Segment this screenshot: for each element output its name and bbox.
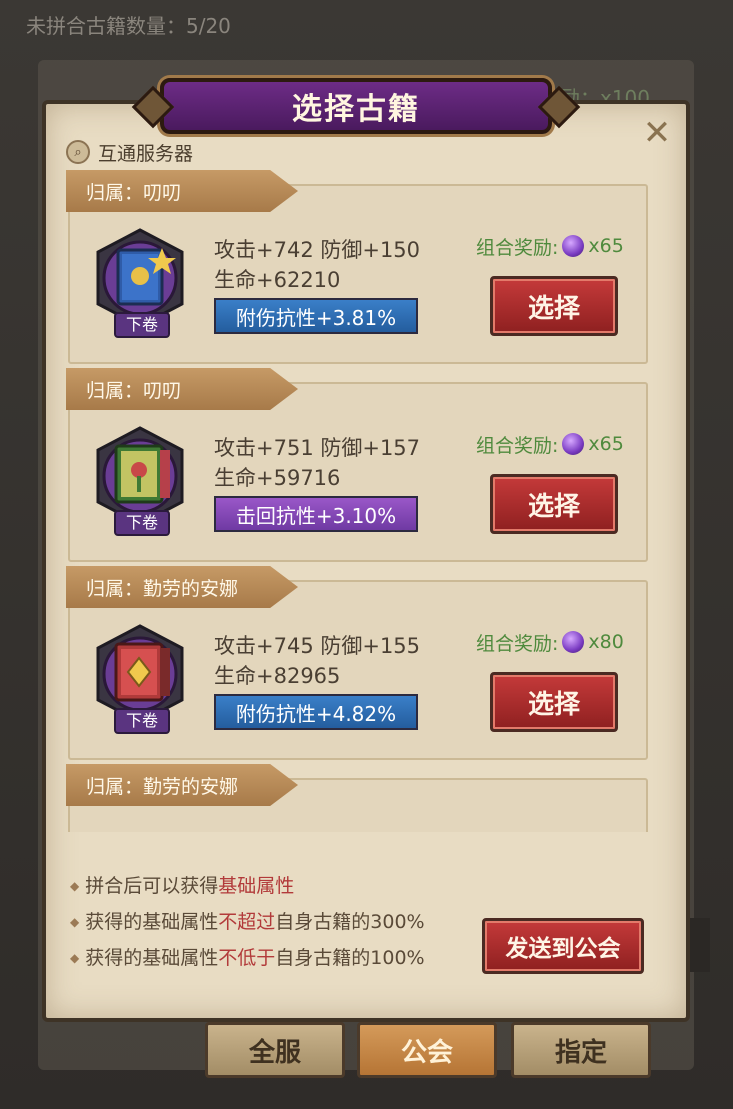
close-button[interactable]: ✕: [640, 116, 674, 150]
select-button[interactable]: 选择: [490, 672, 618, 732]
combo-reward: 组合奖励: x80: [476, 628, 624, 656]
combo-reward: 组合奖励: x65: [476, 430, 624, 458]
owner-tag: 归属：叨叨: [66, 368, 298, 410]
owner-tag: 归属：叨叨: [66, 170, 298, 212]
select-button[interactable]: 选择: [490, 276, 618, 336]
rules-notes: ◆ 拼合后可以获得 基础属性 ◆ 获得的基础属性 不超过 自身古籍的300% ◆ 获得…: [70, 868, 425, 976]
share-tabs: 全服 公会 指定: [205, 1022, 655, 1080]
tab-all-server[interactable]: 全服: [205, 1022, 345, 1078]
book-list[interactable]: 归属：叨叨 下卷 攻击+742 防御+150 生命+62210 附伤抗性+3.8…: [66, 170, 660, 832]
stats-attack-defense: 攻击+745 防御+155: [214, 634, 421, 658]
note-highlight: 不超过: [218, 911, 276, 933]
combo-reward-amount: x80: [588, 631, 624, 653]
list-item: 归属：叨叨 下卷 攻击+742 防御+150 生命+62210 附伤抗性+3.8…: [66, 170, 650, 364]
tab-guild[interactable]: 公会: [357, 1022, 497, 1078]
stats-hp: 生命+82965: [214, 664, 341, 688]
send-to-guild-button[interactable]: 发送到公会: [482, 918, 644, 974]
purple-gem-icon: [562, 433, 585, 455]
combo-reward-amount: x65: [588, 235, 624, 257]
select-button[interactable]: 选择: [490, 474, 618, 534]
list-item: 归属：勤劳的安娜 下卷 攻击+745 防御+155 生命+82965 附伤抗性+…: [66, 566, 650, 760]
dialog-title: 选择古籍: [292, 92, 420, 127]
combo-reward-label: 组合奖励:: [476, 632, 559, 655]
stats-hp: 生命+62210: [214, 268, 341, 292]
stats-attack-defense: 攻击+742 防御+150: [214, 238, 421, 262]
volume-label: 下卷: [114, 312, 170, 338]
background-side-button: [688, 918, 710, 972]
bonus-attribute: 击回抗性+3.10%: [214, 496, 418, 532]
volume-label: 下卷: [114, 510, 170, 536]
dialog-title-banner: 选择古籍: [131, 78, 581, 134]
bonus-attribute: 附伤抗性+4.82%: [214, 694, 418, 730]
purple-gem-icon: [562, 631, 585, 653]
close-icon: ✕: [642, 113, 672, 153]
server-filter[interactable]: ⌕ 互通服务器: [66, 138, 193, 166]
bonus-attribute: 附伤抗性+3.81%: [214, 298, 418, 334]
stats-attack-defense: 攻击+751 防御+157: [214, 436, 421, 460]
note-text: 拼合后可以获得: [85, 875, 219, 897]
unassembled-count: 未拼合古籍数量：5/20: [26, 14, 231, 38]
note-highlight: 基础属性: [218, 875, 295, 897]
list-item: 归属：勤劳的安娜: [66, 764, 650, 832]
note-text: 自身古籍的100%: [275, 947, 425, 969]
note-line: ◆ 获得的基础属性 不超过 自身古籍的300%: [70, 904, 425, 940]
combo-reward-label: 组合奖励:: [476, 236, 559, 259]
purple-gem-icon: [562, 235, 585, 257]
note-text: 自身古籍的300%: [275, 911, 425, 933]
stats-hp: 生命+59716: [214, 466, 341, 490]
list-item: 归属：叨叨 下卷 攻击+751 防御+157 生命+59716 击回抗性+3.1…: [66, 368, 650, 562]
diamond-bullet-icon: ◆: [70, 879, 80, 893]
diamond-bullet-icon: ◆: [70, 915, 80, 929]
owner-tag: 归属：勤劳的安娜: [66, 764, 298, 806]
diamond-bullet-icon: ◆: [70, 951, 80, 965]
combo-reward: 组合奖励: x65: [476, 232, 624, 260]
server-label: 互通服务器: [98, 142, 194, 165]
note-line: ◆ 获得的基础属性 不低于 自身古籍的100%: [70, 940, 425, 976]
note-highlight: 不低于: [218, 947, 276, 969]
combo-reward-label: 组合奖励:: [476, 434, 559, 457]
tab-specific[interactable]: 指定: [511, 1022, 651, 1078]
combo-reward-amount: x65: [588, 433, 624, 455]
owner-tag: 归属：勤劳的安娜: [66, 566, 298, 608]
volume-label: 下卷: [114, 708, 170, 734]
note-text: 获得的基础属性: [85, 911, 219, 933]
note-line: ◆ 拼合后可以获得 基础属性: [70, 868, 425, 904]
note-text: 获得的基础属性: [85, 947, 219, 969]
search-icon: ⌕: [66, 140, 90, 164]
